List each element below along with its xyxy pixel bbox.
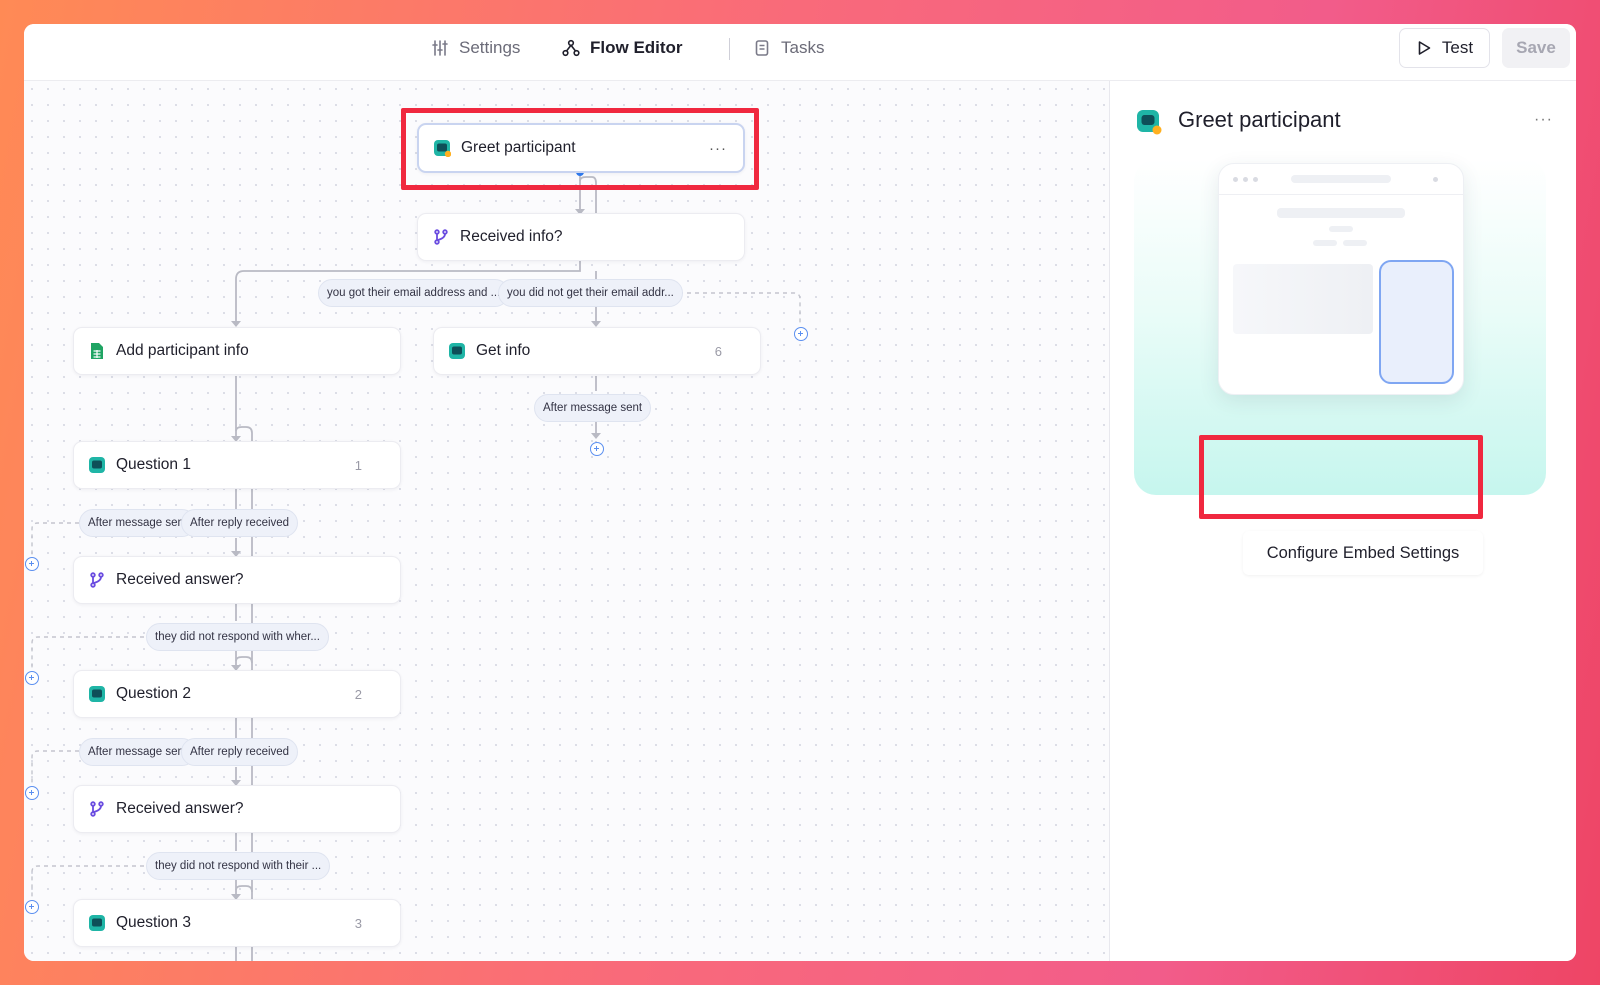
node-question-1[interactable]: Question 1 1: [73, 441, 401, 489]
node-label: Received answer?: [116, 800, 244, 817]
tab-separator: [729, 38, 730, 60]
branch-condition-pill[interactable]: you got their email address and ...: [318, 279, 510, 307]
tab-flow-editor[interactable]: Flow Editor: [562, 24, 683, 72]
chat-bot-icon: [1136, 109, 1162, 135]
node-label: Get info: [476, 342, 531, 359]
app-window: Settings Flow Editor Tasks Test Save Gre…: [24, 24, 1576, 961]
tab-settings-label: Settings: [459, 38, 521, 57]
configure-embed-settings-button[interactable]: Configure Embed Settings: [1243, 531, 1483, 575]
node-step-number: 2: [354, 686, 362, 702]
node-label: Received answer?: [116, 571, 244, 588]
node-step-number: 6: [714, 343, 722, 359]
add-step-icon[interactable]: [590, 442, 604, 456]
tab-settings[interactable]: Settings: [431, 24, 520, 72]
spreadsheet-icon: [88, 342, 106, 360]
sliders-icon: [431, 39, 449, 57]
trigger-pill[interactable]: After message sent: [79, 509, 197, 537]
node-received-answer-1[interactable]: Received answer?: [73, 556, 401, 604]
add-step-icon[interactable]: [25, 671, 39, 685]
trigger-pill[interactable]: After message sent: [534, 394, 652, 422]
flow-canvas[interactable]: Greet participant ··· Received info? Add…: [24, 81, 1109, 961]
branch-condition-pill[interactable]: they did not respond with their ...: [146, 852, 331, 880]
step-details-panel: Greet participant ··· Configure Embed Se…: [1110, 81, 1576, 961]
panel-title: Greet participant: [1178, 107, 1341, 132]
add-step-icon[interactable]: [794, 327, 808, 341]
tab-flow-editor-label: Flow Editor: [590, 38, 683, 57]
top-bar: Settings Flow Editor Tasks Test Save: [24, 24, 1576, 81]
play-icon: [1416, 40, 1432, 56]
chat-icon: [448, 342, 466, 360]
document-icon: [753, 39, 771, 57]
node-question-3[interactable]: Question 3 3: [73, 899, 401, 947]
node-get-info[interactable]: Get info 6: [433, 327, 761, 375]
highlight-box: [401, 108, 759, 190]
tab-tasks[interactable]: Tasks: [753, 24, 824, 72]
add-step-icon[interactable]: [25, 557, 39, 571]
branch-icon: [88, 800, 106, 818]
branch-icon: [88, 571, 106, 589]
node-received-info[interactable]: Received info?: [417, 213, 745, 261]
panel-more-button[interactable]: ···: [1534, 111, 1553, 129]
flow-icon: [562, 39, 580, 57]
node-add-participant-info[interactable]: Add participant info: [73, 327, 401, 375]
trigger-pill[interactable]: After reply received: [181, 509, 299, 537]
branch-condition-pill[interactable]: you did not get their email addr...: [498, 279, 683, 307]
node-label: Add participant info: [116, 342, 249, 359]
trigger-pill[interactable]: After message sent: [79, 738, 197, 766]
tab-tasks-label: Tasks: [781, 38, 825, 57]
add-step-icon[interactable]: [25, 786, 39, 800]
node-label: Question 2: [116, 685, 191, 702]
branch-condition-pill[interactable]: they did not respond with wher...: [146, 623, 329, 651]
branch-icon: [432, 228, 450, 246]
test-button-label: Test: [1441, 38, 1474, 57]
trigger-pill[interactable]: After reply received: [181, 738, 299, 766]
save-button[interactable]: Save: [1502, 28, 1570, 68]
node-question-2[interactable]: Question 2 2: [73, 670, 401, 718]
add-step-icon[interactable]: [25, 900, 39, 914]
node-label: Question 1: [116, 456, 191, 473]
node-label: Question 3: [116, 914, 191, 931]
test-button[interactable]: Test: [1399, 28, 1490, 68]
embed-preview-illustration: [1218, 163, 1464, 395]
highlight-box: [1199, 435, 1483, 519]
node-step-number: 3: [354, 915, 362, 931]
chat-icon: [88, 456, 106, 474]
node-step-number: 1: [354, 457, 362, 473]
node-received-answer-2[interactable]: Received answer?: [73, 785, 401, 833]
node-label: Received info?: [460, 228, 563, 245]
chat-icon: [88, 914, 106, 932]
chat-icon: [88, 685, 106, 703]
